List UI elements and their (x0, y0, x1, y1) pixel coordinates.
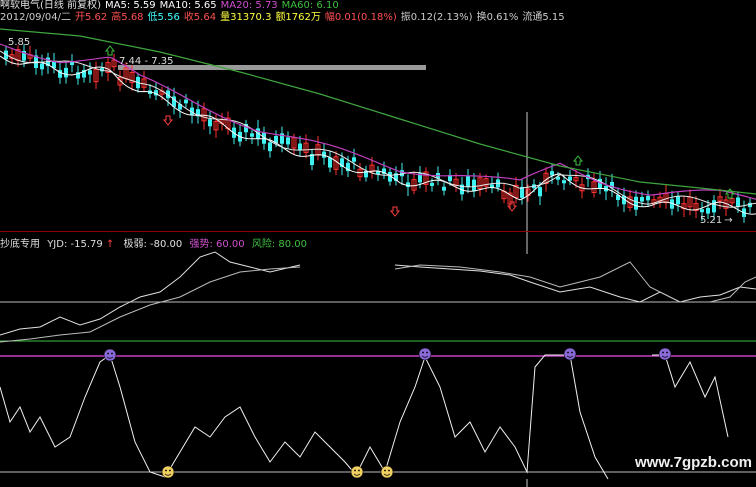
ma5-line (0, 55, 756, 215)
quote-field-5: 量31370.3 (220, 12, 272, 23)
indicator-line-a (0, 251, 301, 336)
candle-down (736, 197, 740, 207)
candle-down (706, 207, 710, 214)
candle-down (298, 143, 302, 150)
face-circle (563, 347, 577, 361)
oscillator-line (0, 354, 609, 480)
header-field-0: 啊软电气(日线 前复权) (0, 0, 101, 11)
candle-down (712, 200, 716, 213)
face-eye (388, 469, 390, 472)
header-line-2: 2012/09/04/二 开5.62 高5.68 低5.56 收5.64 量31370.3… (0, 12, 569, 24)
ma10-line (0, 50, 756, 208)
oscillator-line-2 (652, 354, 729, 438)
quote-field-9: 换0.61% (476, 12, 519, 23)
face-eye (422, 351, 424, 354)
header-field-4: MA60: 6.10 (281, 0, 339, 11)
price-chart[interactable] (0, 24, 756, 254)
face-eye (358, 469, 360, 472)
top-signal-icon (658, 347, 672, 361)
low-price-label: 5.21 → (700, 215, 733, 226)
face-eye (666, 351, 668, 354)
face-eye (354, 469, 356, 472)
candle-down (64, 67, 68, 78)
bottom-signal-icon (350, 465, 364, 479)
signal-arrow-icon (162, 115, 174, 126)
signal-arrow-icon (104, 45, 116, 56)
signal-arrow-icon (572, 155, 584, 166)
candle-down (472, 179, 476, 192)
face-circle (380, 465, 394, 479)
face-eye (111, 352, 113, 355)
quote-field-2: 高5.68 (111, 12, 144, 23)
face-eye (165, 469, 167, 472)
quote-field-8: 振0.12(2.13%) (400, 12, 473, 23)
quote-field-1: 开5.62 (75, 12, 108, 23)
candle-down (640, 197, 644, 202)
top-signal-icon (418, 347, 432, 361)
candle-down (442, 186, 446, 191)
candle-down (562, 180, 566, 184)
candle-down (250, 133, 254, 137)
face-eye (426, 351, 428, 354)
bottom-signal-icon (380, 465, 394, 479)
candle-down (88, 70, 92, 75)
candle-down (430, 182, 434, 186)
candle-down (352, 157, 356, 162)
candle-down (268, 142, 272, 152)
indicator-chart[interactable] (0, 247, 756, 487)
face-eye (567, 351, 569, 354)
header-field-3: MA20: 5.73 (220, 0, 278, 11)
face-circle (658, 347, 672, 361)
candle-down (676, 196, 680, 205)
candle-down (700, 209, 704, 213)
candle-down (286, 137, 290, 145)
header-line-1: 啊软电气(日线 前复权) MA5: 5.59 MA10: 5.65 MA20: 5.7… (0, 0, 343, 12)
candle-down (646, 195, 650, 201)
header-field-2: MA10: 5.65 (159, 0, 217, 11)
face-eye (384, 469, 386, 472)
indicator-line-d (394, 261, 756, 303)
pane-separator (0, 231, 756, 232)
quote-field-6: 额1762万 (275, 12, 321, 23)
candle-down (538, 187, 542, 197)
candle-down (634, 196, 638, 210)
signal-arrow-icon (389, 206, 401, 217)
candle-down (40, 63, 44, 70)
candle-down (328, 157, 332, 168)
face-eye (169, 469, 171, 472)
face-eye (107, 352, 109, 355)
face-eye (571, 351, 573, 354)
candle-down (208, 119, 212, 127)
face-circle (161, 465, 175, 479)
quote-field-7: 幅0.01(0.18%) (324, 12, 397, 23)
candle-down (466, 176, 470, 187)
bottom-signal-icon (161, 465, 175, 479)
face-circle (103, 348, 117, 362)
header-field-1: MA5: 5.59 (104, 0, 156, 11)
quote-field-4: 收5.64 (183, 12, 217, 23)
quote-field-10: 流通5.15 (522, 12, 565, 23)
indicator-line-b (0, 266, 301, 343)
quote-field-0: 2012/09/04/二 (0, 12, 72, 23)
watermark: www.7gpzb.com (635, 454, 752, 471)
range-label: 7.44 - 7.35 (119, 56, 174, 67)
quote-field-3: 低5.56 (147, 12, 180, 23)
top-signal-icon (563, 347, 577, 361)
candle-down (184, 99, 188, 104)
face-circle (418, 347, 432, 361)
top-signal-icon (103, 348, 117, 362)
face-circle (350, 465, 364, 479)
face-eye (662, 351, 664, 354)
high-price-label: 5.85 (8, 37, 31, 48)
candle-down (550, 171, 554, 176)
